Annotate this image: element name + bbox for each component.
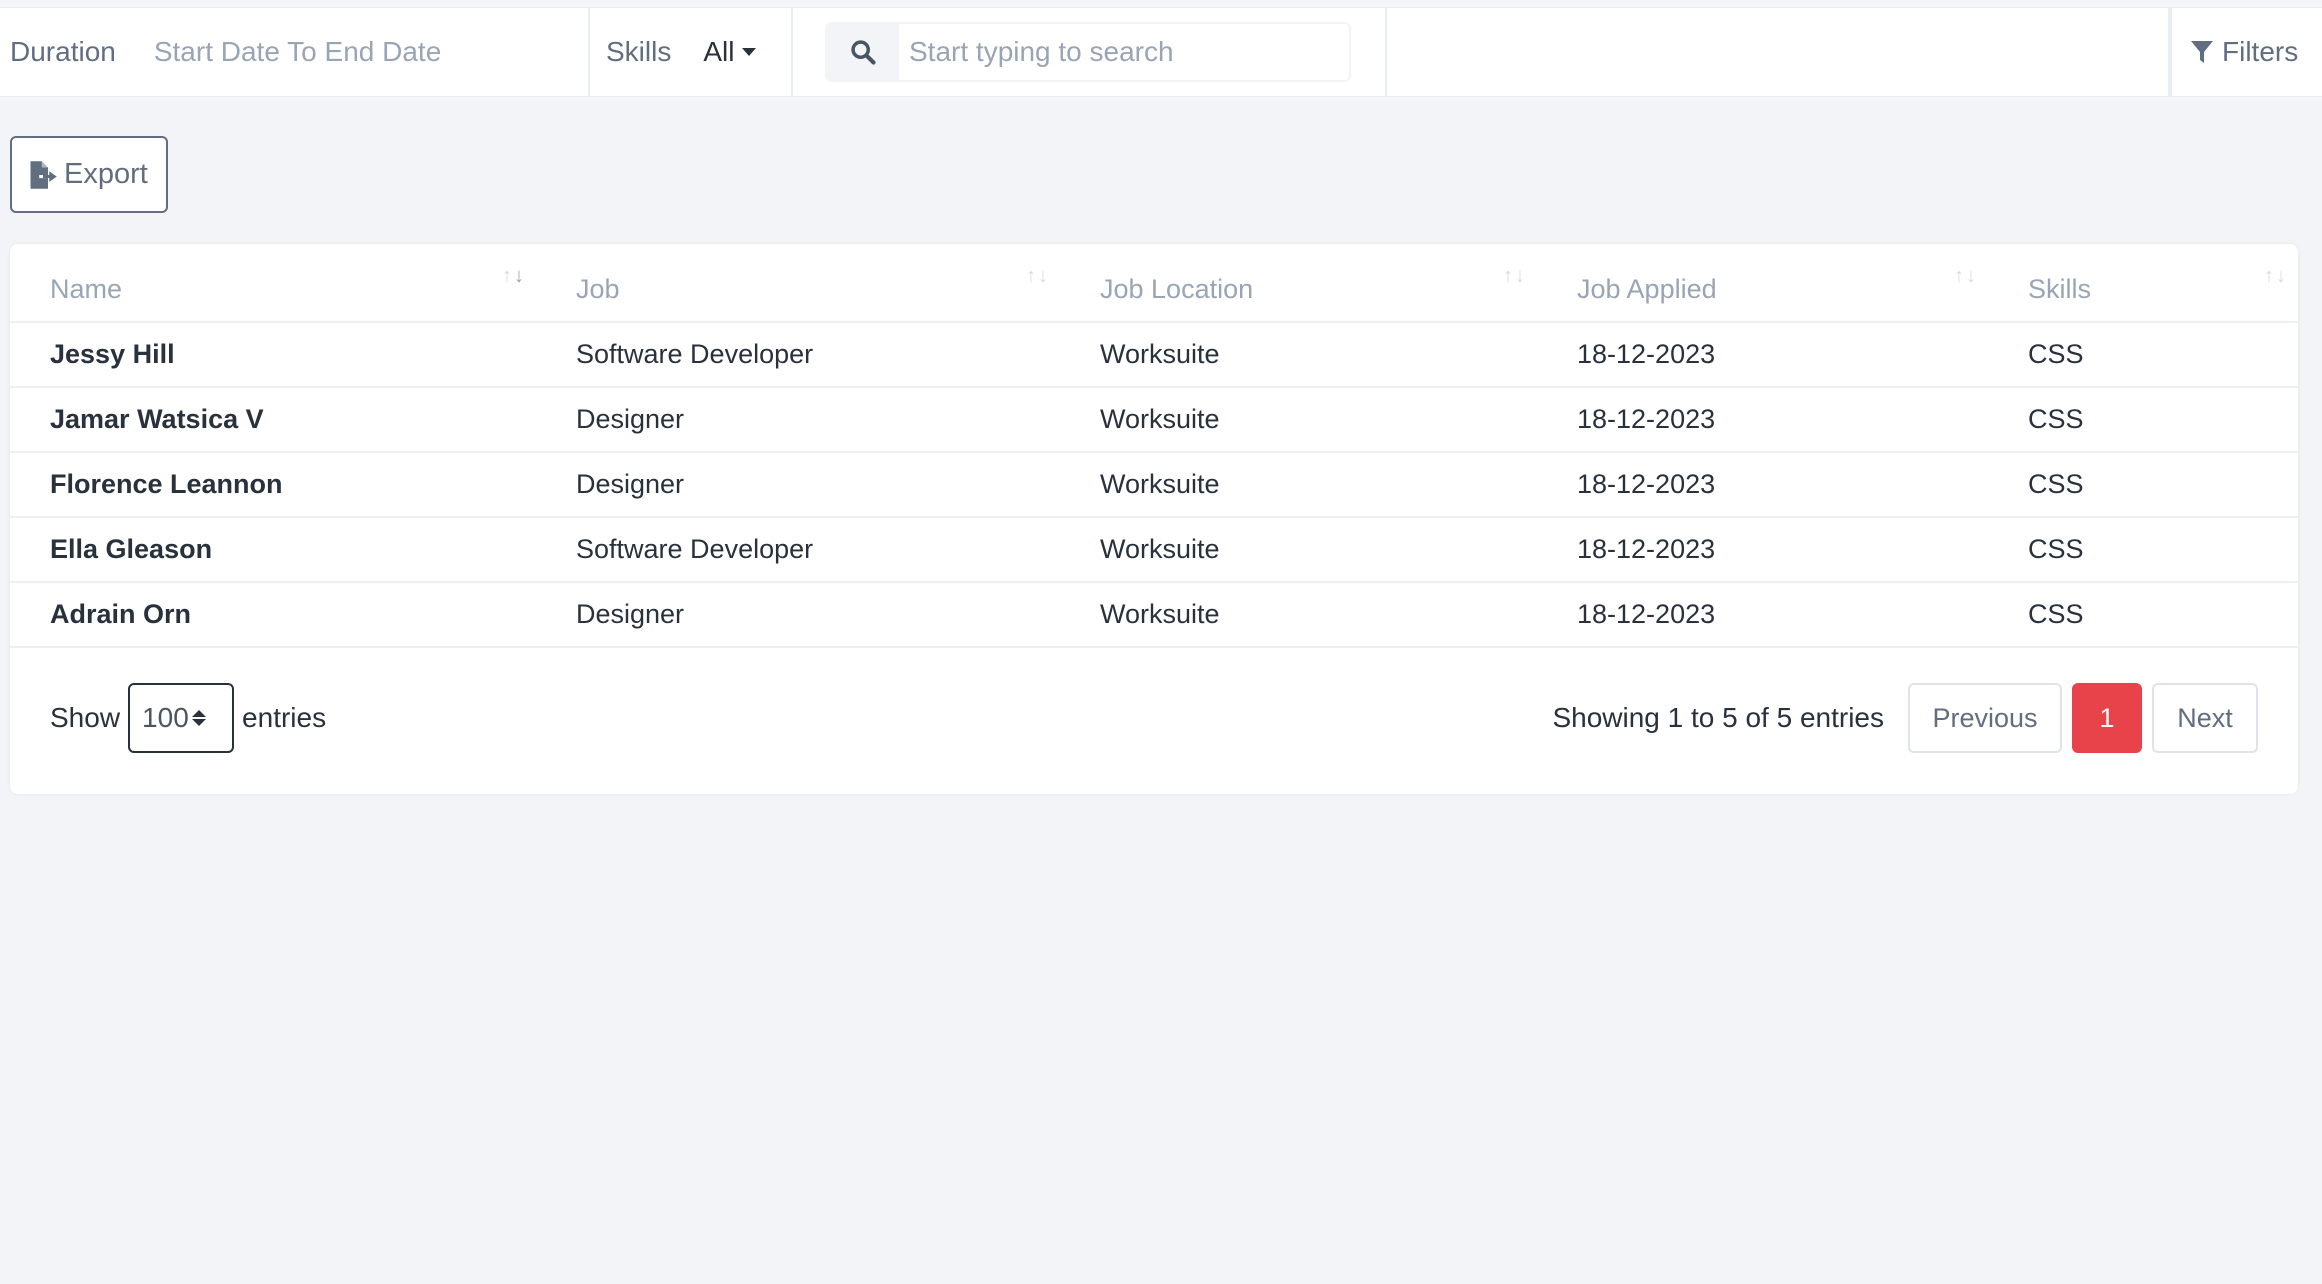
- filters-section: Filters: [2170, 8, 2322, 96]
- caret-down-icon: [742, 48, 757, 56]
- cell-skills: CSS: [1988, 322, 2298, 388]
- cell-name: Florence Leannon: [10, 452, 536, 518]
- cell-skills: CSS: [1988, 387, 2298, 453]
- cell-location: Worksuite: [1060, 582, 1537, 648]
- cell-job: Software Developer: [536, 517, 1060, 583]
- cell-applied: 18-12-2023: [1537, 582, 1988, 648]
- sort-icon: ↑ ↓: [502, 265, 524, 287]
- table-header-row: Name ↑ ↓ Job ↑ ↓ Job Location ↑ ↓ Job Applied ↑…: [10, 244, 2298, 323]
- search-icon: [827, 24, 899, 80]
- search-input[interactable]: [899, 24, 1349, 80]
- cell-location: Worksuite: [1060, 322, 1537, 388]
- cell-applied: 18-12-2023: [1537, 517, 1988, 583]
- table-row: Adrain Orn Designer Worksuite 18-12-2023…: [10, 582, 2298, 648]
- funnel-icon: [2191, 41, 2213, 63]
- skills-filter[interactable]: Skills All: [590, 8, 793, 96]
- sort-icon: ↑ ↓: [2264, 265, 2286, 287]
- pagination-info: Showing 1 to 5 of 5 entries: [1552, 702, 1884, 733]
- sort-icon: ↑ ↓: [1503, 265, 1525, 287]
- date-range-picker[interactable]: Start Date To End Date: [154, 36, 441, 68]
- next-page-button[interactable]: Next: [2152, 683, 2258, 753]
- cell-skills: CSS: [1988, 517, 2298, 583]
- page-size-select[interactable]: 100: [128, 683, 235, 753]
- pagination: Previous 1 Next: [1908, 683, 2258, 753]
- sort-icon: ↑ ↓: [1954, 265, 1976, 287]
- sort-icon: ↑ ↓: [1026, 265, 1048, 287]
- filters-button[interactable]: Filters: [2190, 36, 2298, 68]
- applicants-table: Name ↑ ↓ Job ↑ ↓ Job Location ↑ ↓ Job Applied ↑…: [10, 244, 2298, 648]
- duration-label: Duration: [10, 36, 116, 67]
- cell-skills: CSS: [1988, 452, 2298, 518]
- page-size-control: Show 100 entries: [50, 683, 326, 753]
- entries-label: entries: [242, 702, 327, 733]
- search-box: [825, 22, 1351, 82]
- skills-dropdown[interactable]: All: [703, 36, 757, 68]
- column-header-skills[interactable]: Skills ↑ ↓: [1988, 244, 2298, 323]
- file-export-icon: [30, 160, 57, 189]
- cell-job: Software Developer: [536, 322, 1060, 388]
- show-label: Show: [50, 702, 121, 733]
- cell-name: Ella Gleason: [10, 517, 536, 583]
- cell-location: Worksuite: [1060, 517, 1537, 583]
- page-1-button[interactable]: 1: [2072, 683, 2142, 753]
- export-button[interactable]: Export: [10, 136, 168, 213]
- select-arrows-icon: [191, 710, 206, 726]
- cell-job: Designer: [536, 582, 1060, 648]
- page-size-value: 100: [142, 702, 189, 733]
- search-section: [793, 8, 1387, 96]
- table-row: Jamar Watsica V Designer Worksuite 18-12…: [10, 387, 2298, 453]
- table-row: Jessy Hill Software Developer Worksuite …: [10, 322, 2298, 388]
- cell-applied: 18-12-2023: [1537, 322, 1988, 388]
- cell-skills: CSS: [1988, 582, 2298, 648]
- filters-label: Filters: [2222, 36, 2299, 67]
- filter-bar: Duration Start Date To End Date Skills A…: [0, 7, 2322, 97]
- table-footer: Show 100 entries Showing 1 to 5 of 5 ent…: [10, 648, 2298, 788]
- previous-page-button[interactable]: Previous: [1908, 683, 2062, 753]
- cell-location: Worksuite: [1060, 452, 1537, 518]
- cell-location: Worksuite: [1060, 387, 1537, 453]
- cell-job: Designer: [536, 387, 1060, 453]
- applicants-table-card: Name ↑ ↓ Job ↑ ↓ Job Location ↑ ↓ Job Applied ↑…: [10, 244, 2298, 794]
- cell-applied: 18-12-2023: [1537, 452, 1988, 518]
- column-header-job-location[interactable]: Job Location ↑ ↓: [1060, 244, 1537, 323]
- cell-job: Designer: [536, 452, 1060, 518]
- column-header-job[interactable]: Job ↑ ↓: [536, 244, 1060, 323]
- filter-bar-spacer: [1387, 8, 2170, 96]
- cell-name: Jamar Watsica V: [10, 387, 536, 453]
- cell-name: Jessy Hill: [10, 322, 536, 388]
- skills-value: All: [703, 36, 735, 67]
- export-label: Export: [64, 158, 148, 190]
- table-row: Ella Gleason Software Developer Worksuit…: [10, 517, 2298, 583]
- cell-applied: 18-12-2023: [1537, 387, 1988, 453]
- skills-label: Skills: [606, 36, 672, 67]
- table-row: Florence Leannon Designer Worksuite 18-1…: [10, 452, 2298, 518]
- duration-filter[interactable]: Duration Start Date To End Date: [0, 8, 590, 96]
- column-header-job-applied[interactable]: Job Applied ↑ ↓: [1537, 244, 1988, 323]
- column-header-name[interactable]: Name ↑ ↓: [10, 244, 536, 323]
- cell-name: Adrain Orn: [10, 582, 536, 648]
